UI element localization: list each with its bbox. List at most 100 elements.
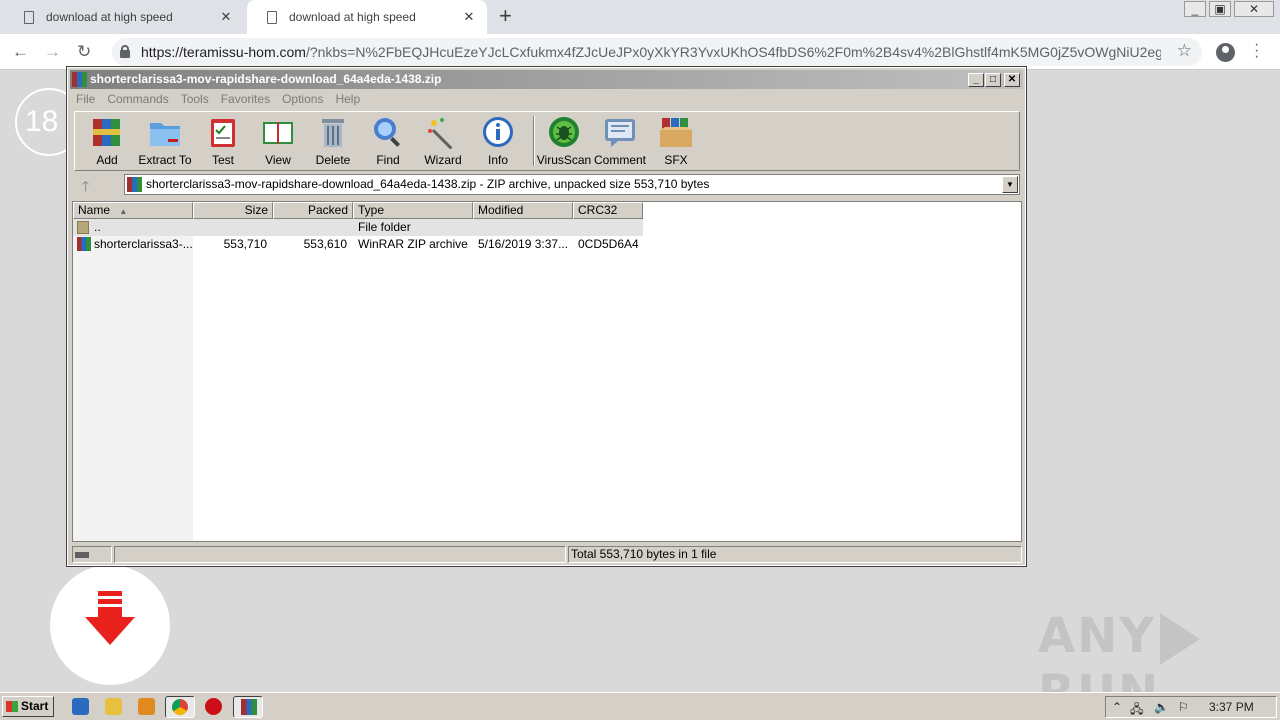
zip-file-icon bbox=[77, 237, 91, 251]
start-button[interactable]: Start bbox=[2, 696, 54, 717]
tab-close-icon[interactable]: ✕ bbox=[218, 9, 234, 25]
lock-icon[interactable] bbox=[120, 45, 130, 58]
status-bar: Total 553,710 bytes in 1 file bbox=[72, 546, 1022, 563]
chrome-icon bbox=[172, 699, 188, 715]
forward-arrow-icon[interactable]: → bbox=[44, 42, 61, 62]
wizard-button[interactable]: Wizard bbox=[415, 115, 471, 167]
magic-wand-icon bbox=[426, 115, 460, 150]
archive-path-field[interactable]: shorterclarissa3-mov-rapidshare-download… bbox=[124, 174, 1020, 195]
page-icon bbox=[24, 10, 34, 24]
back-arrow-icon[interactable]: ← bbox=[12, 42, 29, 62]
new-tab-button[interactable]: + bbox=[499, 5, 512, 27]
toolbar: Add Extract To Test View Delete Find Wiz… bbox=[74, 111, 1020, 171]
table-row-parent-folder[interactable]: .. File folder bbox=[73, 219, 643, 236]
reload-icon[interactable]: ↻ bbox=[77, 42, 91, 62]
sfx-button[interactable]: SFX bbox=[648, 115, 704, 167]
info-icon bbox=[481, 115, 515, 149]
column-header-size[interactable]: Size bbox=[193, 202, 273, 219]
virus-bug-icon bbox=[547, 115, 581, 149]
menu-help[interactable]: Help bbox=[329, 89, 366, 109]
extract-to-button[interactable]: Extract To bbox=[137, 115, 193, 167]
action-center-flag-icon[interactable]: ⚐ bbox=[1178, 700, 1189, 714]
toolbar-separator bbox=[533, 116, 535, 166]
drive-icon[interactable] bbox=[72, 546, 112, 563]
window-title: shorterclarissa3-mov-rapidshare-download… bbox=[90, 72, 442, 86]
status-selection bbox=[114, 546, 566, 563]
download-arrow-icon bbox=[98, 591, 122, 596]
file-explorer-icon[interactable] bbox=[105, 698, 122, 715]
browser-restore-button[interactable]: ▣ bbox=[1209, 1, 1231, 17]
menu-commands[interactable]: Commands bbox=[101, 89, 174, 109]
up-folder-icon[interactable]: 🡑 bbox=[82, 176, 89, 200]
clock[interactable]: 3:37 PM bbox=[1209, 700, 1254, 714]
add-button[interactable]: Add bbox=[79, 115, 135, 167]
test-clipboard-icon bbox=[206, 115, 240, 149]
tab-title: download at high speed bbox=[289, 10, 416, 24]
address-bar[interactable]: https://teramissu-hom.com/?nkbs=N%2FbEQJ… bbox=[112, 38, 1202, 66]
browser-tab-1[interactable]: download at high speed ✕ bbox=[4, 0, 244, 34]
page-icon bbox=[267, 10, 277, 24]
menu-favorites[interactable]: Favorites bbox=[215, 89, 276, 109]
opera-icon[interactable] bbox=[205, 698, 222, 715]
media-player-icon[interactable] bbox=[138, 698, 155, 715]
column-header-name[interactable]: Name ▲ bbox=[73, 202, 193, 219]
view-button[interactable]: View bbox=[250, 115, 306, 167]
volume-icon[interactable]: 🔈 bbox=[1154, 700, 1169, 714]
browser-tab-strip: download at high speed ✕ download at hig… bbox=[0, 0, 1280, 34]
menu-file[interactable]: File bbox=[70, 89, 101, 109]
winrar-titlebar[interactable]: shorterclarissa3-mov-rapidshare-download… bbox=[70, 70, 1023, 89]
profile-avatar-icon[interactable] bbox=[1216, 43, 1235, 62]
path-dropdown-button[interactable]: ▼ bbox=[1002, 176, 1018, 193]
windows-flag-icon bbox=[6, 701, 18, 712]
bookmark-star-icon[interactable]: ☆ bbox=[1177, 41, 1192, 61]
tab-title: download at high speed bbox=[46, 10, 173, 24]
file-list: Name ▲ Size Packed Type Modified CRC32 .… bbox=[72, 201, 1022, 542]
browser-minimize-button[interactable]: _ bbox=[1184, 1, 1206, 17]
play-icon bbox=[1160, 613, 1201, 665]
find-button[interactable]: Find bbox=[360, 115, 416, 167]
menu-options[interactable]: Options bbox=[276, 89, 329, 109]
internet-explorer-icon[interactable] bbox=[72, 698, 89, 715]
winrar-app-icon bbox=[72, 72, 87, 87]
column-header-type[interactable]: Type bbox=[353, 202, 473, 219]
winrar-window: shorterclarissa3-mov-rapidshare-download… bbox=[66, 66, 1027, 567]
network-icon[interactable]: 🖧 bbox=[1130, 700, 1143, 720]
taskbar: Start ⌃ 🖧 🔈 ⚐ 3:37 PM bbox=[0, 692, 1280, 720]
column-header-modified[interactable]: Modified bbox=[473, 202, 573, 219]
download-button[interactable] bbox=[50, 565, 170, 685]
comment-icon bbox=[603, 115, 637, 149]
chrome-menu-icon[interactable]: · · · bbox=[1254, 37, 1260, 65]
winrar-icon bbox=[241, 699, 257, 715]
folder-icon bbox=[77, 221, 89, 234]
close-button[interactable]: ✕ bbox=[1004, 73, 1020, 87]
status-total: Total 553,710 bytes in 1 file bbox=[568, 546, 1022, 563]
info-button[interactable]: Info bbox=[470, 115, 526, 167]
browser-toolbar: ← → ↻ https://teramissu-hom.com/?nkbs=N%… bbox=[0, 34, 1280, 70]
delete-button[interactable]: Delete bbox=[305, 115, 361, 167]
minimize-button[interactable]: _ bbox=[968, 73, 984, 87]
browser-close-button[interactable]: ✕ bbox=[1234, 1, 1274, 17]
table-row[interactable]: shorterclarissa3-... 553,710 553,610 Win… bbox=[73, 236, 643, 253]
browser-tab-2[interactable]: download at high speed ✕ bbox=[247, 0, 487, 34]
sfx-box-icon bbox=[659, 115, 693, 149]
url-text[interactable]: https://teramissu-hom.com/?nkbs=N%2FbEQJ… bbox=[141, 44, 1161, 60]
magnifier-icon bbox=[371, 115, 405, 149]
maximize-button[interactable]: □ bbox=[985, 73, 1001, 87]
extract-folder-icon bbox=[148, 115, 182, 149]
column-header-packed[interactable]: Packed bbox=[273, 202, 353, 219]
tab-close-icon[interactable]: ✕ bbox=[461, 9, 477, 25]
zip-file-icon bbox=[127, 177, 142, 192]
system-tray: ⌃ 🖧 🔈 ⚐ 3:37 PM bbox=[1105, 696, 1277, 718]
tray-expand-icon[interactable]: ⌃ bbox=[1112, 700, 1122, 714]
winrar-taskbar-button[interactable] bbox=[233, 696, 263, 718]
virusscan-button[interactable]: VirusScan bbox=[536, 115, 592, 167]
column-header-crc32[interactable]: CRC32 bbox=[573, 202, 643, 219]
menu-bar: File Commands Tools Favorites Options He… bbox=[70, 89, 366, 109]
chrome-taskbar-button[interactable] bbox=[165, 696, 195, 718]
test-button[interactable]: Test bbox=[195, 115, 251, 167]
trash-can-icon bbox=[316, 115, 350, 149]
menu-tools[interactable]: Tools bbox=[175, 89, 215, 109]
comment-button[interactable]: Comment bbox=[592, 115, 648, 167]
view-book-icon bbox=[261, 115, 295, 149]
add-archive-icon bbox=[90, 115, 124, 149]
